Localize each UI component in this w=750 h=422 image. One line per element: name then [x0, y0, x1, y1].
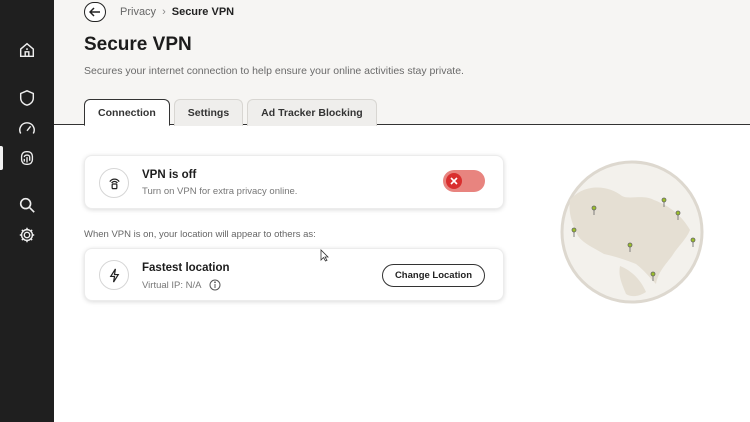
globe-illustration [560, 160, 704, 304]
speedometer-icon[interactable] [0, 114, 54, 144]
toggle-knob [446, 173, 462, 189]
sidebar [0, 0, 54, 422]
lightning-icon [99, 260, 129, 290]
search-icon[interactable] [0, 190, 54, 220]
tab-bar: Connection Settings Ad Tracker Blocking [84, 99, 377, 126]
home-shield-icon[interactable] [0, 35, 54, 65]
gear-icon[interactable] [0, 220, 54, 250]
tab-settings[interactable]: Settings [173, 99, 244, 126]
vpn-toggle[interactable] [443, 170, 485, 192]
mouse-cursor-icon [320, 249, 329, 262]
virtual-ip-text: Virtual IP: N/A [142, 280, 201, 291]
location-card: Fastest location Virtual IP: N/A Change … [84, 248, 504, 301]
location-title: Fastest location [142, 262, 230, 274]
tab-ad-tracker-blocking[interactable]: Ad Tracker Blocking [247, 99, 377, 126]
breadcrumb-separator: › [162, 6, 166, 18]
arrow-left-icon [89, 7, 100, 17]
vpn-lock-icon [99, 168, 129, 198]
info-icon[interactable] [209, 279, 221, 291]
vpn-status-description: Turn on VPN for extra privacy online. [142, 186, 298, 197]
page-header: Privacy › Secure VPN Secure VPN Secures … [54, 0, 750, 126]
tab-connection[interactable]: Connection [84, 99, 170, 126]
vpn-status-title: VPN is off [142, 169, 197, 181]
back-button[interactable] [84, 2, 106, 22]
fingerprint-icon[interactable] [0, 143, 54, 173]
breadcrumb-privacy[interactable]: Privacy [120, 6, 156, 18]
close-icon [450, 177, 458, 185]
breadcrumb: Privacy › Secure VPN [120, 6, 234, 18]
shield-icon[interactable] [0, 83, 54, 113]
breadcrumb-current: Secure VPN [171, 6, 235, 18]
page-title: Secure VPN [84, 34, 192, 55]
vpn-status-card: VPN is off Turn on VPN for extra privacy… [84, 155, 504, 209]
location-note: When VPN is on, your location will appea… [84, 229, 316, 240]
change-location-button[interactable]: Change Location [381, 264, 485, 287]
page-subtitle: Secures your internet connection to help… [84, 65, 464, 77]
virtual-ip-row: Virtual IP: N/A [142, 279, 221, 291]
